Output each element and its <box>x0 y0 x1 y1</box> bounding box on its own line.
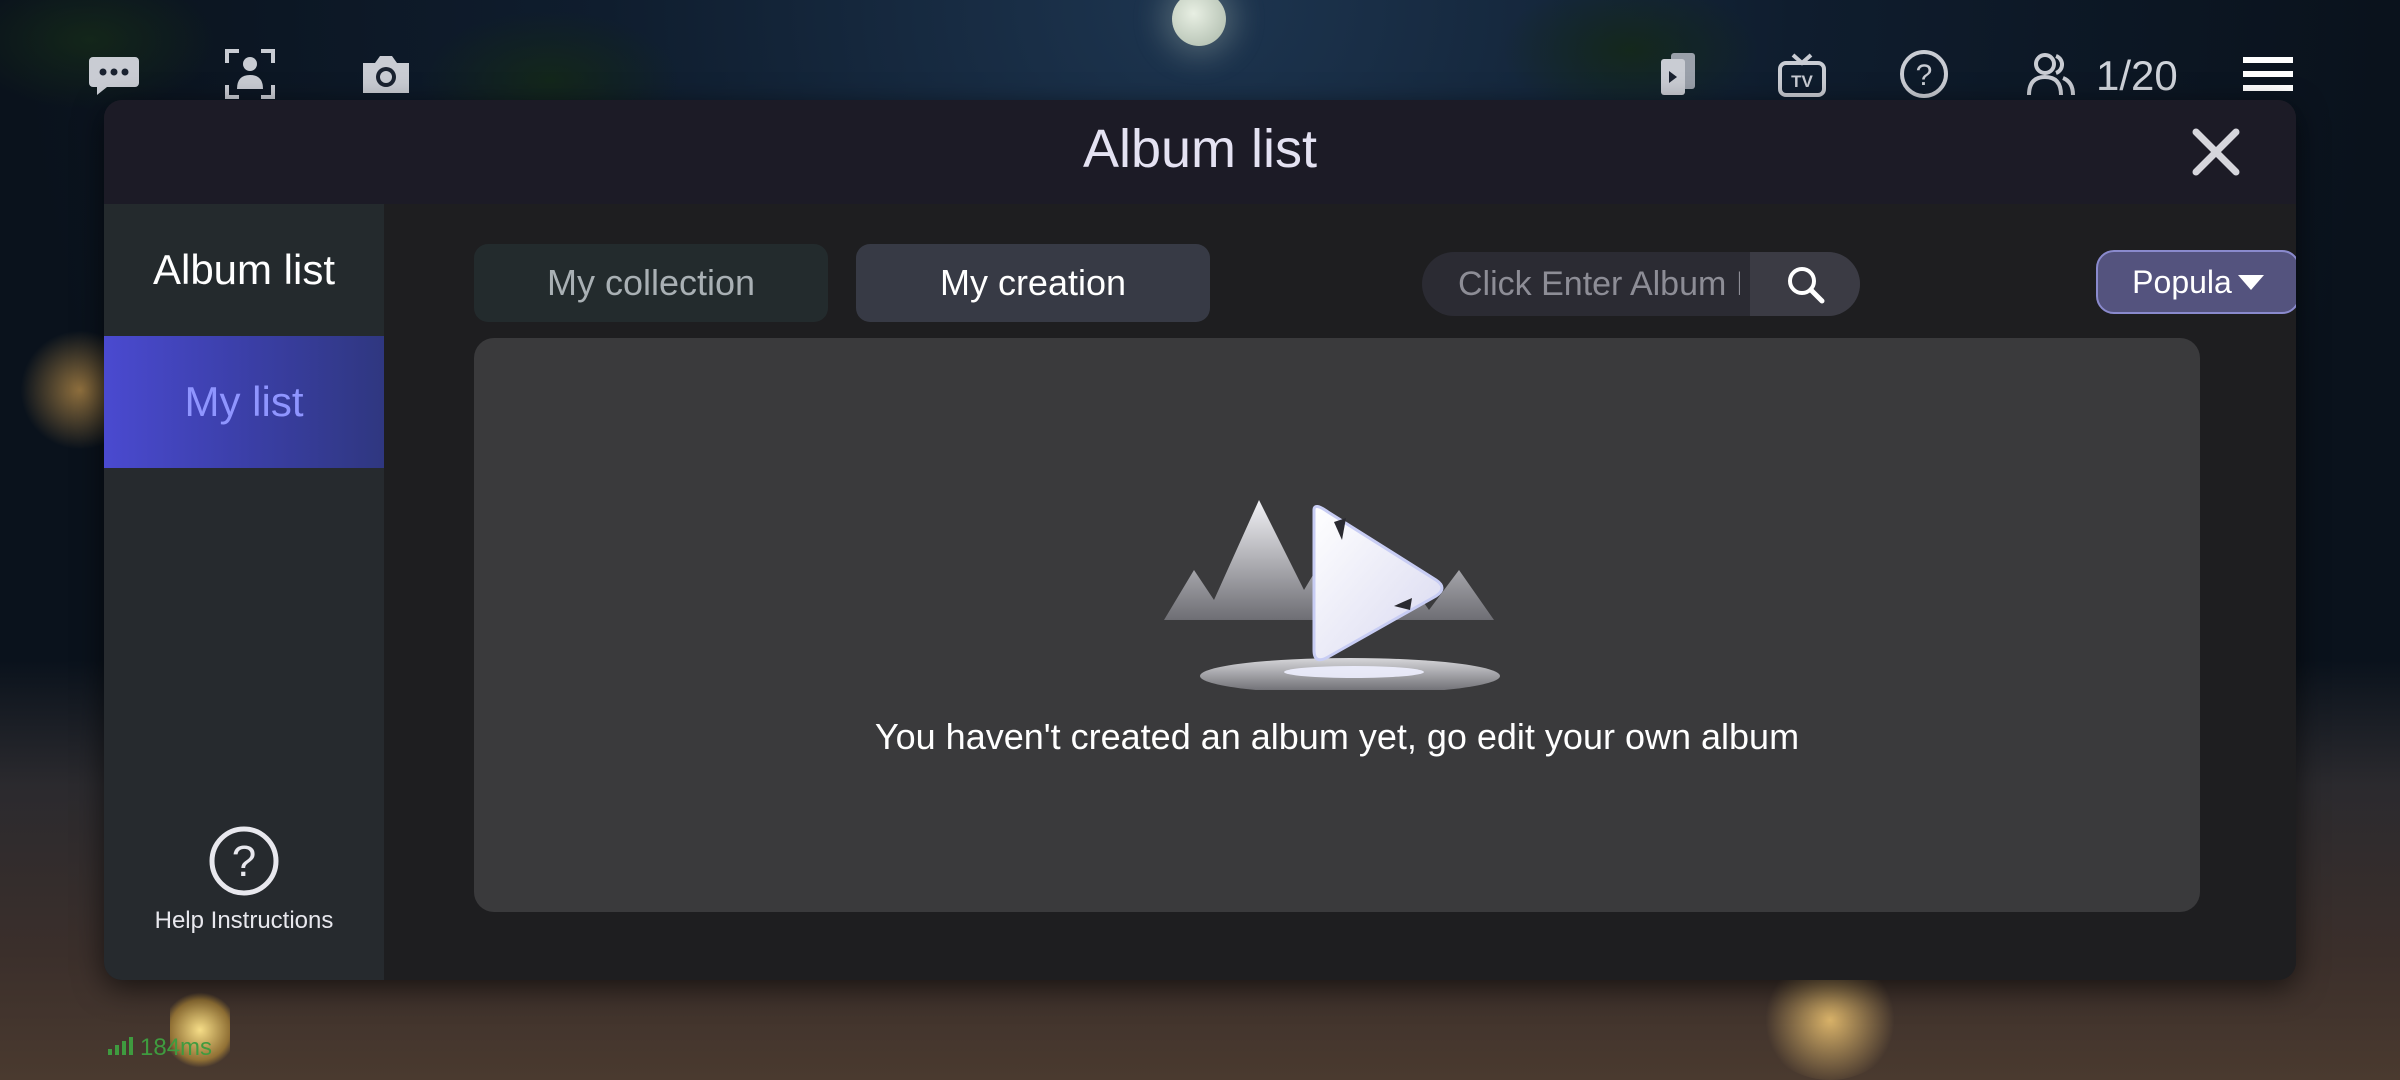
camera-icon[interactable] <box>356 44 416 104</box>
dialog-title: Album list <box>1082 119 1318 179</box>
player-count: 1/20 <box>2096 52 2178 99</box>
tab-label: My collection <box>546 262 756 303</box>
menu-icon[interactable] <box>2238 44 2298 104</box>
sort-selected-label: Popula <box>2132 263 2232 300</box>
moon-decoration <box>1172 0 1226 46</box>
players-icon[interactable] <box>2020 44 2080 104</box>
chat-icon[interactable] <box>84 44 144 104</box>
question-circle-icon: ? <box>104 824 384 903</box>
tab-my-creation[interactable]: My creation <box>856 244 1210 322</box>
sidebar-item-album-list[interactable]: Album list <box>104 204 384 336</box>
main-content: My collection My creation Popula <box>384 204 2296 980</box>
search-button[interactable] <box>1750 252 1860 316</box>
svg-text:TV: TV <box>1791 72 1813 91</box>
help-instructions-button[interactable]: ? Help Instructions <box>104 824 384 935</box>
svg-text:?: ? <box>232 837 256 886</box>
avatar-scan-icon[interactable] <box>220 44 280 104</box>
sidebar-item-label: Album list <box>152 246 336 293</box>
empty-state-message: You haven't created an album yet, go edi… <box>874 716 1800 757</box>
network-ping: 184ms <box>108 1034 212 1062</box>
cards-icon[interactable] <box>1648 44 1708 104</box>
sidebar: Album list My list ? Help Instructions <box>104 204 384 980</box>
help-instructions-label: Help Instructions <box>154 907 334 934</box>
empty-album-illustration-icon <box>1164 500 1500 690</box>
empty-state-panel: You haven't created an album yet, go edi… <box>474 338 2200 912</box>
album-id-input[interactable] <box>1422 252 1742 316</box>
caret-down-icon <box>2237 274 2264 290</box>
sort-dropdown[interactable]: Popula <box>2096 250 2296 314</box>
ping-value: 184ms <box>140 1034 213 1061</box>
help-icon[interactable]: ? <box>1894 44 1954 104</box>
close-button[interactable] <box>2186 122 2246 182</box>
search-icon <box>1788 267 1825 304</box>
tab-my-collection[interactable]: My collection <box>474 244 828 322</box>
close-icon <box>2192 128 2240 176</box>
tv-icon[interactable]: TV <box>1772 44 1832 104</box>
svg-text:?: ? <box>1916 59 1933 92</box>
sidebar-item-my-list[interactable]: My list <box>104 336 384 468</box>
signal-icon <box>108 1034 136 1062</box>
dialog-header: Album list <box>104 100 2296 204</box>
album-list-dialog: Album list Album list My list ? Help Ins… <box>104 100 2296 980</box>
album-search <box>1422 252 1860 316</box>
sidebar-item-label: My list <box>184 378 304 425</box>
tab-label: My creation <box>939 262 1127 303</box>
